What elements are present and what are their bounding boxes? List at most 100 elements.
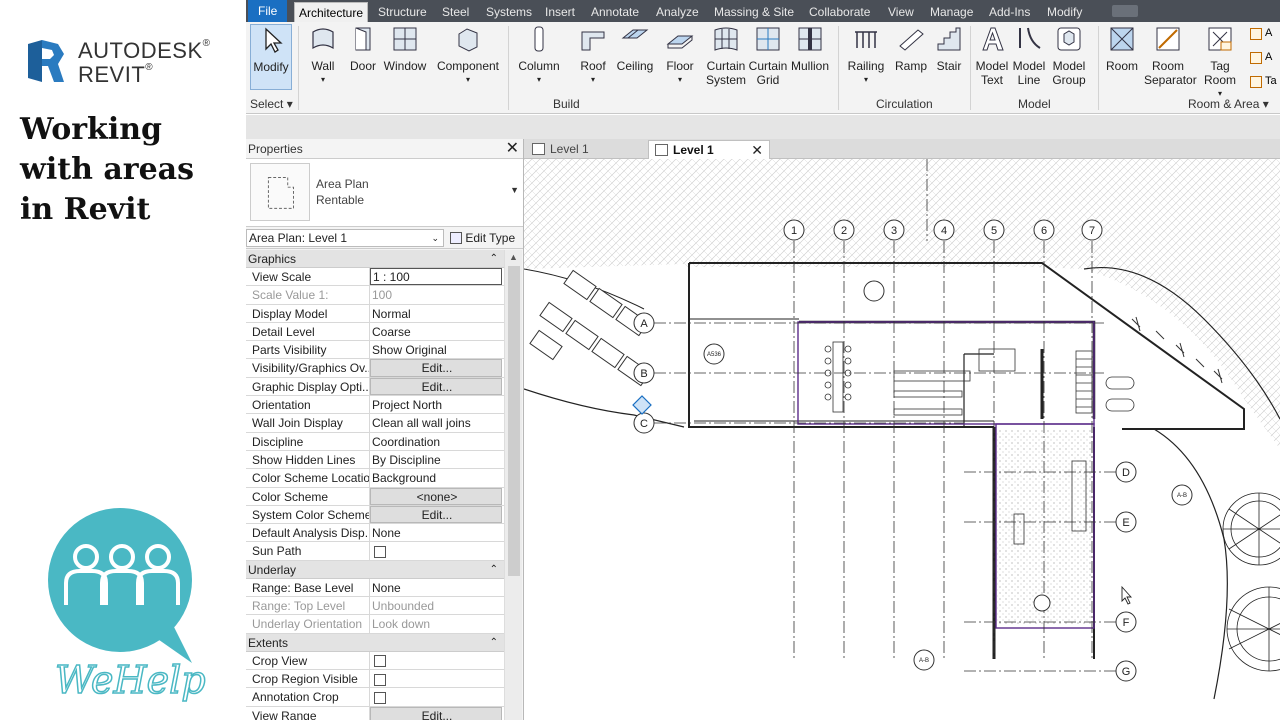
model-group-button[interactable]: Model Group bbox=[1050, 24, 1088, 87]
tab-modify[interactable]: Modify bbox=[1045, 2, 1084, 22]
tag-room-button[interactable]: Tag Room ▾ bbox=[1200, 24, 1240, 101]
property-edit-button[interactable]: Edit... bbox=[370, 377, 502, 396]
property-checkbox-cell[interactable] bbox=[370, 688, 504, 705]
tab-add-ins[interactable]: Add-Ins bbox=[987, 2, 1032, 22]
property-name: Annotation Crop bbox=[246, 688, 370, 706]
branding-panel: AUTODESK® REVIT® Working with areas in R… bbox=[0, 0, 246, 720]
tag-area-small-label[interactable]: Ta bbox=[1265, 75, 1277, 87]
selected-grip-icon[interactable] bbox=[632, 395, 652, 415]
type-selector[interactable]: Area Plan Rentable ▼ bbox=[246, 159, 523, 227]
property-value[interactable]: Coordination bbox=[370, 433, 504, 450]
checkbox[interactable] bbox=[374, 692, 386, 705]
section-label: Extents bbox=[248, 635, 289, 650]
close-icon[interactable]: ✕ bbox=[751, 141, 763, 160]
tab-steel[interactable]: Steel bbox=[440, 2, 471, 22]
terrain-contour bbox=[1153, 428, 1228, 700]
property-edit-button[interactable]: Edit... bbox=[370, 505, 502, 524]
property-row: Wall Join Display Clean all wall joins bbox=[246, 414, 504, 433]
model-text-button[interactable]: Model Text bbox=[974, 24, 1010, 87]
ramp-button[interactable]: Ramp bbox=[892, 24, 930, 73]
window-button[interactable]: Window bbox=[382, 24, 428, 73]
contextual-toggle-icon[interactable] bbox=[1112, 5, 1138, 17]
tag-area-small-icon[interactable] bbox=[1250, 76, 1262, 88]
property-checkbox-cell[interactable] bbox=[370, 542, 504, 559]
component-button[interactable]: Component ▾ bbox=[436, 24, 500, 87]
property-value[interactable]: None bbox=[370, 524, 504, 541]
floor-button[interactable]: Floor ▾ bbox=[662, 24, 698, 87]
close-icon[interactable]: ✕ bbox=[506, 139, 519, 159]
property-value[interactable]: Background bbox=[370, 469, 504, 486]
property-row: Color Scheme <none> bbox=[246, 487, 504, 506]
room-separator-button[interactable]: Room Separator bbox=[1144, 24, 1197, 87]
collapse-icon[interactable]: ⌃ bbox=[490, 561, 498, 579]
tab-manage[interactable]: Manage bbox=[928, 2, 975, 22]
tab-systems[interactable]: Systems bbox=[484, 2, 534, 22]
tab-analyze[interactable]: Analyze bbox=[654, 2, 701, 22]
roof-button[interactable]: Roof ▾ bbox=[574, 24, 612, 87]
column-button[interactable]: Column ▾ bbox=[514, 24, 564, 87]
property-value[interactable]: Coarse bbox=[370, 323, 504, 340]
group-select-label[interactable]: Select ▾ bbox=[250, 97, 293, 111]
tab-insert[interactable]: Insert bbox=[543, 2, 577, 22]
collapse-icon[interactable]: ⌃ bbox=[490, 250, 498, 268]
properties-section-graphics[interactable]: Graphics ⌃ bbox=[246, 250, 504, 268]
mullion-button[interactable]: Mullion bbox=[790, 24, 830, 73]
properties-section-extents[interactable]: Extents ⌃ bbox=[246, 633, 504, 652]
property-value[interactable]: Project North bbox=[370, 396, 504, 413]
door-button[interactable]: Door bbox=[346, 24, 380, 73]
area-small-icon[interactable] bbox=[1250, 28, 1262, 40]
checkbox[interactable] bbox=[374, 546, 386, 559]
wall-button[interactable]: Wall ▾ bbox=[304, 24, 342, 87]
ceiling-button[interactable]: Ceiling bbox=[616, 24, 654, 73]
floor-plan-drawing[interactable]: 1 2 3 4 5 6 7 A B C D E F G A536 A-B A-B bbox=[524, 159, 1280, 720]
property-checkbox-cell[interactable] bbox=[370, 652, 504, 669]
railing-button[interactable]: Railing ▾ bbox=[844, 24, 888, 87]
tab-file[interactable]: File bbox=[248, 0, 288, 22]
tab-massing-site[interactable]: Massing & Site bbox=[712, 2, 796, 22]
grid-label: 4 bbox=[941, 225, 947, 237]
tab-collaborate[interactable]: Collaborate bbox=[807, 2, 872, 22]
property-edit-button[interactable]: Edit... bbox=[370, 359, 502, 377]
tab-architecture[interactable]: Architecture bbox=[294, 2, 369, 22]
property-value[interactable]: By Discipline bbox=[370, 451, 504, 468]
property-row: Display Model Normal bbox=[246, 304, 504, 323]
area-small-label[interactable]: A bbox=[1265, 27, 1272, 39]
property-value[interactable]: Clean all wall joins bbox=[370, 414, 504, 431]
view-tab-level-1[interactable]: Level 1 bbox=[526, 140, 646, 159]
chevron-up-icon[interactable]: ▲ bbox=[509, 252, 518, 262]
tab-view[interactable]: View bbox=[886, 2, 916, 22]
railing-icon bbox=[855, 31, 877, 48]
checkbox[interactable] bbox=[374, 673, 386, 686]
tab-structure[interactable]: Structure bbox=[376, 2, 429, 22]
property-value[interactable]: None bbox=[370, 579, 504, 596]
collapse-icon[interactable]: ⌃ bbox=[490, 634, 498, 652]
floor-icon bbox=[666, 35, 694, 49]
property-value[interactable]: 1 : 100 bbox=[370, 268, 502, 286]
area-boundary-small-label[interactable]: A bbox=[1265, 51, 1272, 63]
model-line-button[interactable]: Model Line bbox=[1012, 24, 1046, 87]
checkbox[interactable] bbox=[374, 655, 386, 668]
tutorial-title: Working with areas in Revit bbox=[20, 110, 240, 230]
modify-button[interactable]: Modify bbox=[250, 24, 292, 90]
group-room-area-label[interactable]: Room & Area ▾ bbox=[1188, 97, 1269, 111]
room-button[interactable]: Room bbox=[1104, 24, 1140, 73]
property-edit-button[interactable]: Edit... bbox=[370, 706, 502, 720]
properties-section-underlay[interactable]: Underlay ⌃ bbox=[246, 560, 504, 579]
property-checkbox-cell[interactable] bbox=[370, 670, 504, 687]
property-edit-button[interactable]: <none> bbox=[370, 487, 502, 505]
curtain-grid-button[interactable]: Curtain Grid bbox=[748, 24, 788, 87]
curtain-system-button[interactable]: Curtain System bbox=[704, 24, 748, 87]
view-tab-level-1-active[interactable]: Level 1 ✕ bbox=[648, 140, 770, 159]
tab-annotate[interactable]: Annotate bbox=[589, 2, 641, 22]
property-value[interactable]: Show Original bbox=[370, 341, 504, 358]
properties-scrollbar[interactable]: ▲ bbox=[504, 250, 522, 720]
scrollbar-thumb[interactable] bbox=[508, 266, 520, 576]
chevron-down-icon[interactable]: ▼ bbox=[510, 185, 519, 195]
property-value[interactable]: Normal bbox=[370, 305, 504, 322]
area-boundary-small-icon[interactable] bbox=[1250, 52, 1262, 64]
drawing-canvas[interactable]: 1 2 3 4 5 6 7 A B C D E F G A536 A-B A-B bbox=[524, 159, 1280, 720]
edit-type-button[interactable]: Edit Type bbox=[450, 229, 515, 247]
stair-button[interactable]: Stair bbox=[932, 24, 966, 73]
door-icon bbox=[355, 27, 371, 51]
instance-filter-dropdown[interactable]: Area Plan: Level 1 ⌄ bbox=[246, 229, 444, 247]
